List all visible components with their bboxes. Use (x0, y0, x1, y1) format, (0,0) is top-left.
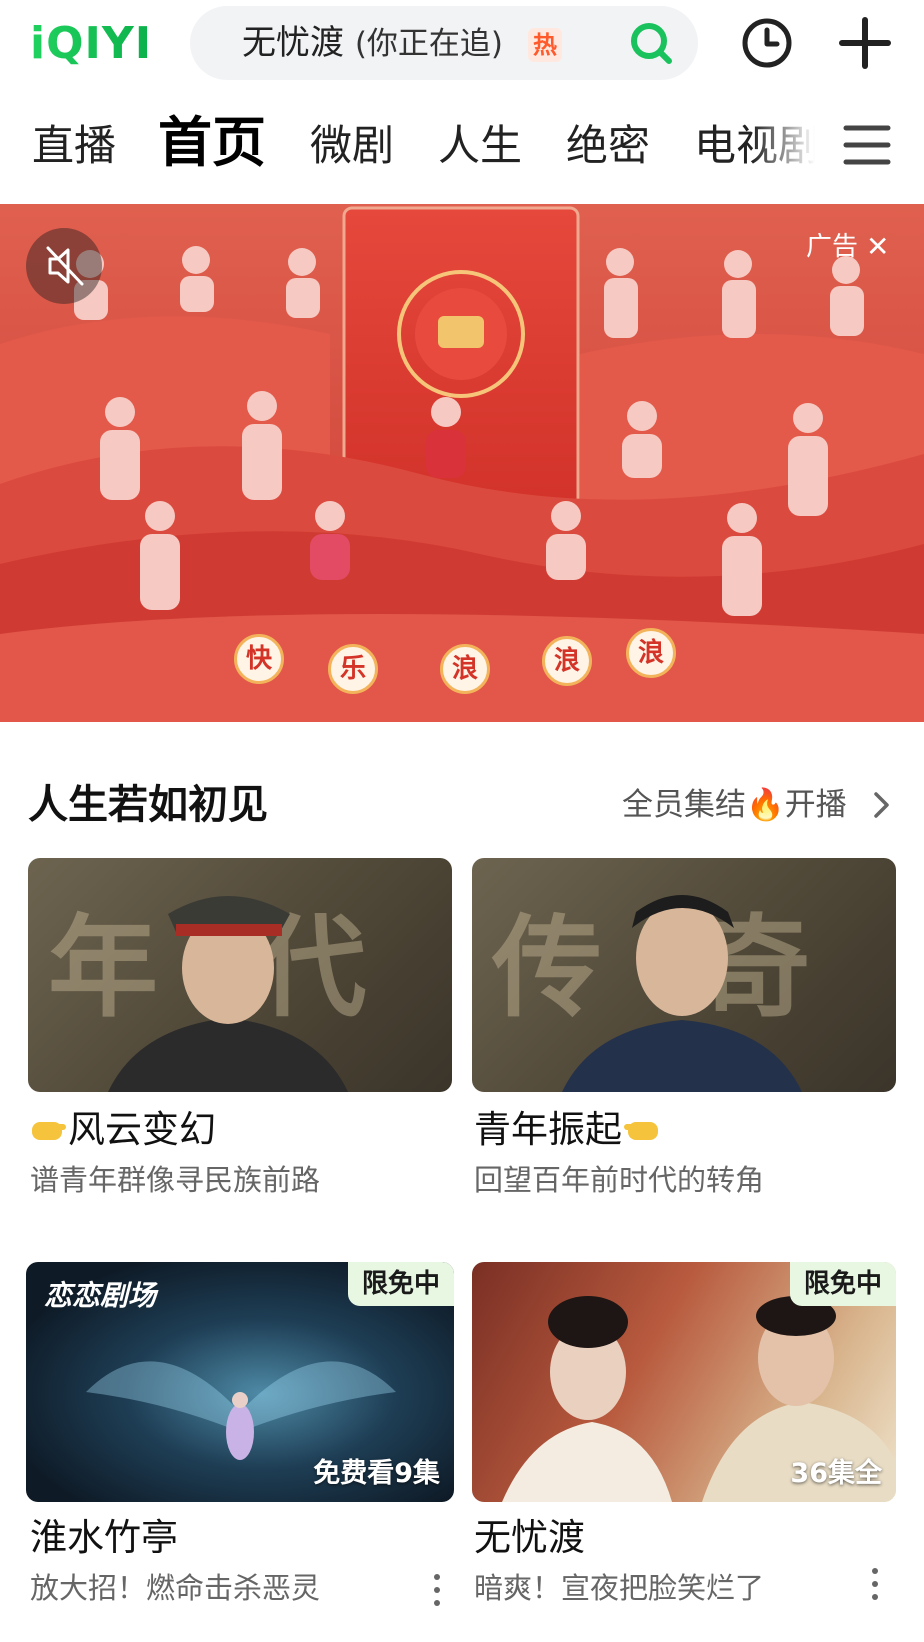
card-subtitle: 暗爽！宣夜把脸笑烂了 (474, 1571, 765, 1605)
episode-label: 免费看9集 (313, 1458, 440, 1489)
episode-label: 36集全 (790, 1458, 882, 1489)
lantern-1: 快 (234, 634, 284, 684)
section-more-prefix: 全员集结 (622, 787, 746, 823)
tab-juemi[interactable]: 绝密 (566, 118, 650, 174)
card-thumbnail[interactable]: 年 代 (28, 858, 452, 1092)
card-subtitle: 放大招！燃命击杀恶灵 (30, 1571, 321, 1605)
search-hint-subtitle: (你正在追) (354, 26, 504, 62)
chevron-right-icon[interactable] (872, 790, 892, 820)
tab-live[interactable]: 直播 (32, 118, 116, 174)
card-thumbnail[interactable]: 限免中 36集全 (472, 1262, 896, 1502)
pointing-hand-icon (32, 1122, 66, 1140)
history-icon[interactable] (740, 16, 794, 70)
top-bar: iQIYI 无忧渡 (你正在追) 热 (0, 0, 924, 96)
card-subtitle: 回望百年前时代的转角 (474, 1163, 765, 1197)
free-badge: 限免中 (789, 1262, 896, 1306)
more-options-icon[interactable] (870, 1566, 880, 1602)
drama-card[interactable]: 年 代 风云变幻 谱青年群像寻民族前路 (28, 858, 452, 1218)
drama-card[interactable]: 恋恋剧场 限免中 免费看9集 淮水竹亭 放大招！燃命击杀恶灵 (26, 1262, 454, 1632)
card-title-text: 青年振起 (474, 1108, 622, 1151)
tab-rensheng[interactable]: 人生 (438, 118, 522, 174)
ad-label: 广告 (806, 232, 859, 262)
card-thumbnail[interactable]: 恋恋剧场 限免中 免费看9集 (26, 1262, 454, 1502)
section-more-link[interactable]: 全员集结🔥开播 (622, 784, 847, 826)
card-title[interactable]: 淮水竹亭 (30, 1514, 178, 1562)
card-title[interactable]: 无忧渡 (474, 1514, 585, 1562)
actor-portrait (108, 896, 348, 1092)
fire-icon: 🔥 (746, 787, 785, 823)
card-title[interactable]: 青年振起 (474, 1106, 662, 1154)
actor-portrait (562, 895, 802, 1092)
card-subtitle: 谱青年群像寻民族前路 (30, 1163, 321, 1197)
drama-card[interactable]: 限免中 36集全 无忧渡 暗爽！宣夜把脸笑烂了 (472, 1262, 896, 1632)
tab-home[interactable]: 首页 (158, 110, 266, 176)
lantern-3: 浪 (440, 644, 490, 694)
section-title: 人生若如初见 (28, 782, 268, 828)
card-thumbnail[interactable]: 传 奇 (472, 858, 896, 1092)
nav-fade (752, 96, 842, 202)
lantern-2: 乐 (328, 644, 378, 694)
pointing-hand-icon (624, 1122, 658, 1140)
category-nav: 直播 首页 微剧 人生 绝密 电视剧 (0, 96, 924, 202)
drama-card[interactable]: 传 奇 青年振起 回望百年前时代的转角 (472, 858, 896, 1218)
card-title-text: 风云变幻 (68, 1108, 216, 1151)
hot-badge: 热 (528, 28, 562, 62)
mute-button[interactable] (26, 228, 102, 304)
more-options-icon[interactable] (432, 1572, 442, 1608)
plus-icon[interactable] (836, 14, 894, 72)
ad-close-icon[interactable]: ✕ (866, 230, 889, 264)
section-more-suffix: 开播 (784, 787, 847, 823)
menu-icon[interactable] (842, 120, 892, 170)
search-hint: 无忧渡 (你正在追) (242, 20, 503, 67)
mute-icon (46, 246, 84, 286)
tab-micro-drama[interactable]: 微剧 (310, 118, 394, 174)
search-hint-title: 无忧渡 (242, 23, 344, 63)
search-icon[interactable] (628, 20, 674, 66)
lantern-5: 浪 (626, 628, 676, 678)
iqiyi-logo[interactable]: iQIYI (30, 20, 152, 68)
search-bar[interactable]: 无忧渡 (你正在追) 热 (190, 6, 698, 80)
ad-banner[interactable]: 广告 ✕ 快 乐 浪 浪 浪 (0, 204, 924, 722)
card-title[interactable]: 风云变幻 (28, 1106, 216, 1154)
lantern-4: 浪 (542, 636, 592, 686)
free-badge: 限免中 (347, 1262, 454, 1306)
